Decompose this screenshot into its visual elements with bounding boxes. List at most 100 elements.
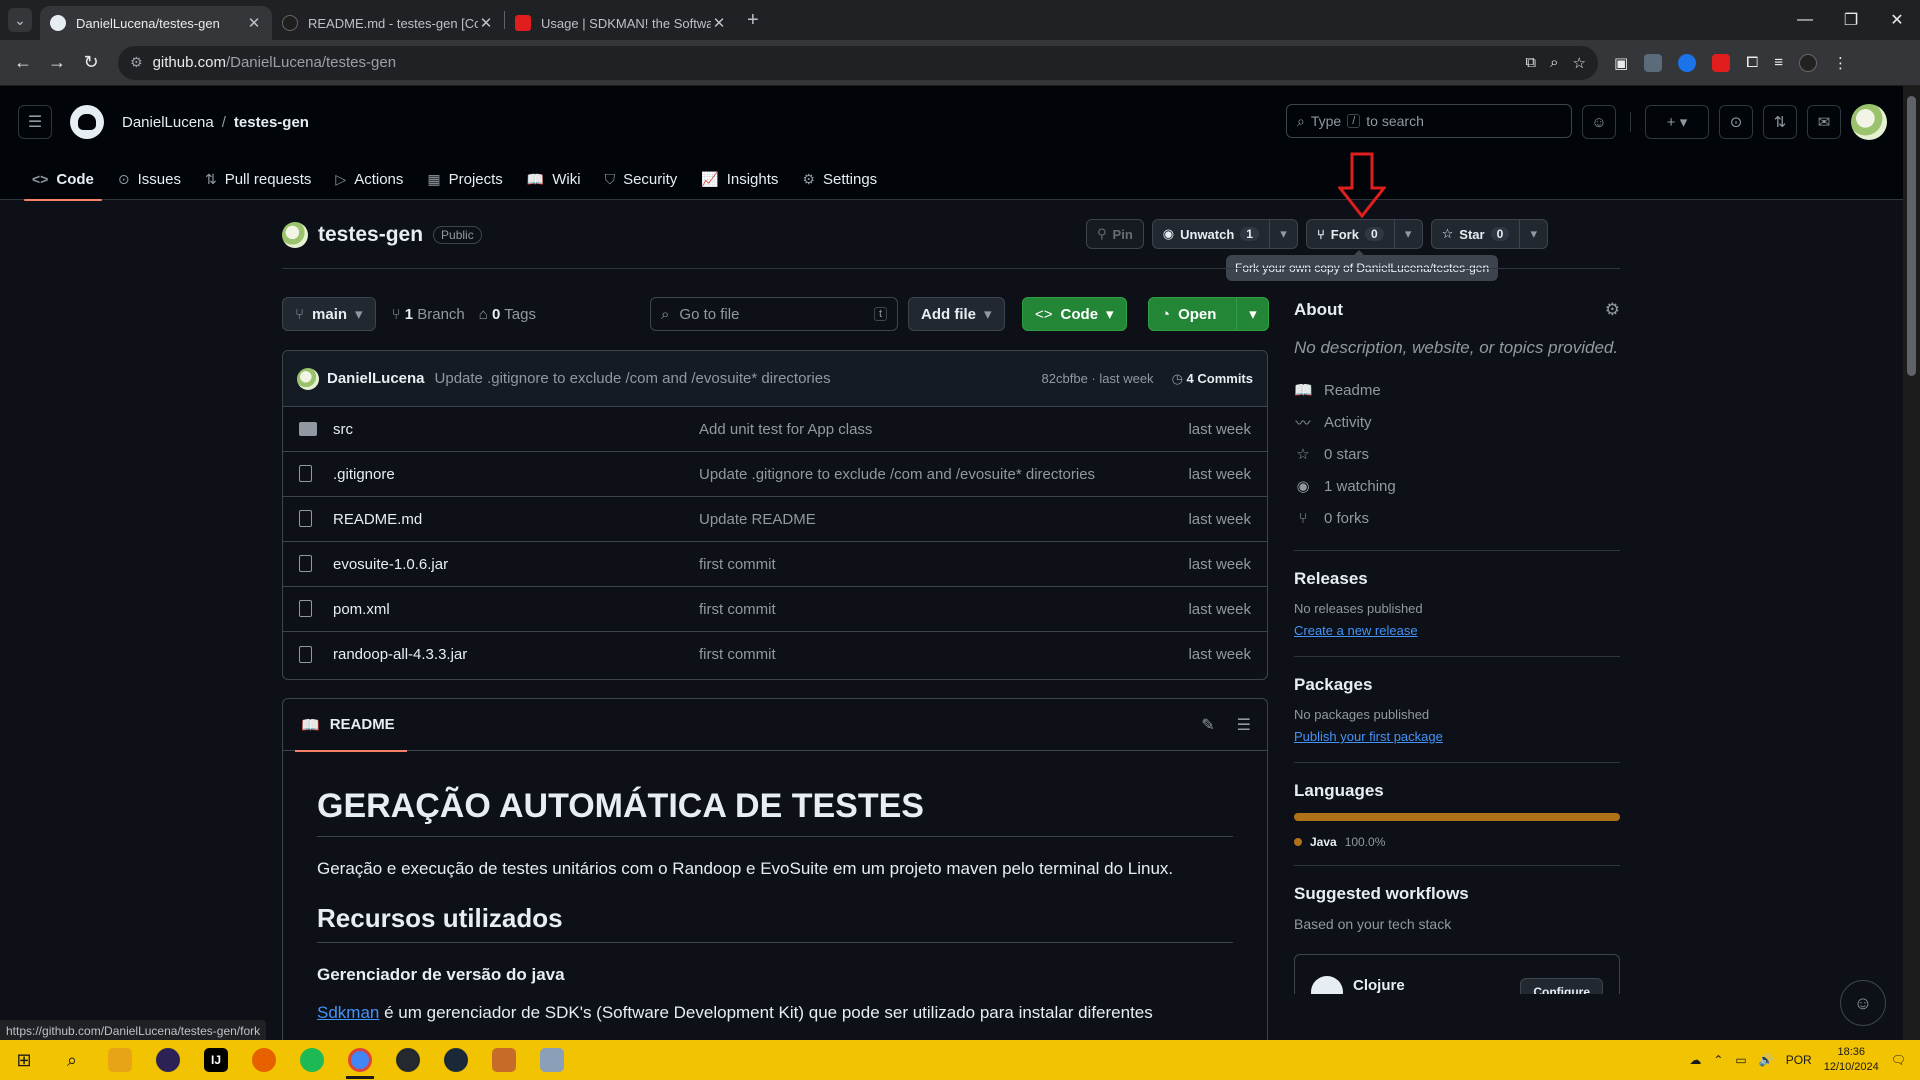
url-input[interactable]: ⚙ github.com/DanielLucena/testes-gen ⧉ ⌕… (118, 45, 1598, 80)
file-commit-message[interactable]: first commit (699, 556, 1188, 573)
spotify-icon[interactable] (288, 1040, 336, 1080)
clock[interactable]: 18:36 12/10/2024 (1824, 1045, 1879, 1075)
search-input[interactable]: ⌕ Type / to search (1286, 104, 1572, 138)
table-row[interactable]: pom.xml first commit last week (283, 587, 1267, 632)
sidebar-item-watching[interactable]: ◉ 1 watching (1294, 470, 1620, 502)
close-tab-icon[interactable]: ✕ (711, 14, 727, 32)
commit-message[interactable]: Update .gitignore to exclude /com and /e… (435, 370, 831, 387)
pull-requests-icon[interactable]: ⇅ (1763, 105, 1797, 139)
tab-actions[interactable]: ▷ Actions (327, 158, 411, 200)
sidebar-item-forks[interactable]: ⑂ 0 forks (1294, 502, 1620, 534)
scrollbar-thumb[interactable] (1907, 96, 1916, 376)
avatar[interactable] (282, 222, 308, 248)
sidebar-panel-icon[interactable]: ▣ (1614, 54, 1628, 72)
tab-settings[interactable]: ⚙ Settings (794, 158, 885, 200)
readme-tab[interactable]: 📖 README (295, 699, 407, 752)
bookmark-star-icon[interactable]: ☆ (1573, 54, 1586, 72)
star-button[interactable]: ☆ Star 0 ▾ (1430, 219, 1549, 249)
file-explorer-icon[interactable] (96, 1040, 144, 1080)
file-commit-message[interactable]: Update README (699, 511, 1188, 528)
search-icon[interactable]: ⌕ (48, 1040, 96, 1080)
new-tab-icon[interactable]: + (747, 9, 759, 32)
site-info-icon[interactable]: ⚙ (130, 54, 143, 71)
notifications-icon[interactable]: 🗨 (1891, 1053, 1906, 1067)
copilot-chat-icon[interactable]: ☺ (1840, 980, 1886, 1026)
code-button[interactable]: <> Code ▾ (1022, 297, 1127, 331)
profile-icon[interactable] (1798, 53, 1817, 72)
extension-icon[interactable] (1712, 53, 1731, 72)
configure-button[interactable]: Configure (1520, 978, 1603, 994)
hamburger-menu-icon[interactable]: ☰ (18, 105, 52, 139)
browser-tab-readme[interactable]: README.md - testes-gen [Code ✕ (272, 6, 504, 40)
extension-icon[interactable] (1678, 53, 1697, 72)
file-commit-message[interactable]: Update .gitignore to exclude /com and /e… (699, 466, 1188, 483)
repo-name[interactable]: testes-gen (318, 223, 423, 247)
table-row[interactable]: evosuite-1.0.6.jar first commit last wee… (283, 542, 1267, 587)
commits-link[interactable]: ◷ 4 Commits (1172, 371, 1253, 387)
publish-package-link[interactable]: Publish your first package (1294, 729, 1443, 744)
browser-menu-icon[interactable]: ⋮ (1833, 54, 1848, 72)
tab-insights[interactable]: 📈 Insights (693, 158, 786, 200)
table-row[interactable]: randoop-all-4.3.3.jar first commit last … (283, 632, 1267, 677)
tab-search-icon[interactable]: ⌄ (8, 8, 32, 32)
extension-icon[interactable] (1644, 53, 1663, 72)
tab-issues[interactable]: ⊙ Issues (110, 158, 189, 200)
reload-icon[interactable]: ↻ (74, 46, 108, 80)
language-item[interactable]: Java 100.0% (1294, 835, 1620, 849)
file-commit-message[interactable]: Add unit test for App class (699, 421, 1188, 438)
close-tab-icon[interactable]: ✕ (478, 14, 494, 32)
packages-title[interactable]: Packages (1294, 675, 1620, 695)
fork-button[interactable]: ⑂ Fork 0 ▾ (1305, 219, 1423, 249)
branches-link[interactable]: ⑂ 1 Branch (392, 306, 465, 323)
tab-wiki[interactable]: 📖 Wiki (519, 158, 589, 200)
chevron-down-icon[interactable]: ▾ (1268, 220, 1297, 248)
github-desktop-icon[interactable] (384, 1040, 432, 1080)
avatar[interactable] (297, 367, 319, 390)
tab-pull-requests[interactable]: ⇅ Pull requests (197, 158, 319, 200)
puzzle-extensions-icon[interactable]: ⧠ (1746, 54, 1758, 71)
restore-icon[interactable]: ❐ (1828, 0, 1874, 40)
commit-hash-time[interactable]: 82cbfbe · last week (1042, 371, 1154, 386)
go-to-file-input[interactable]: ⌕ Go to file t (650, 297, 898, 331)
zoom-icon[interactable]: ⌕ (1550, 54, 1558, 72)
issues-icon[interactable]: ⊙ (1719, 105, 1753, 139)
gear-icon[interactable]: ⚙ (1605, 300, 1620, 320)
tab-security[interactable]: ⛉ Security (597, 158, 686, 200)
minimize-icon[interactable]: — (1782, 0, 1828, 40)
steam-icon[interactable] (432, 1040, 480, 1080)
file-commit-message[interactable]: first commit (699, 601, 1188, 618)
game-app-icon[interactable] (480, 1040, 528, 1080)
sdkman-link[interactable]: Sdkman (317, 1003, 379, 1022)
table-row[interactable]: README.md Update README last week (283, 497, 1267, 542)
chevron-down-icon[interactable]: ▾ (1236, 298, 1268, 330)
branch-selector-button[interactable]: ⑂ main ▾ (282, 297, 376, 331)
tab-projects[interactable]: ▦ Projects (419, 158, 510, 200)
page-scrollbar[interactable] (1903, 86, 1920, 1040)
copilot-icon[interactable]: ☺ (1582, 105, 1616, 139)
file-commit-message[interactable]: first commit (699, 646, 1188, 663)
file-name[interactable]: randoop-all-4.3.3.jar (333, 646, 699, 663)
eclipse-icon[interactable] (144, 1040, 192, 1080)
firefox-icon[interactable] (240, 1040, 288, 1080)
avatar[interactable] (1851, 104, 1887, 140)
close-window-icon[interactable]: ✕ (1874, 0, 1920, 40)
create-release-link[interactable]: Create a new release (1294, 623, 1418, 638)
table-row[interactable]: src Add unit test for App class last wee… (283, 407, 1267, 452)
install-app-icon[interactable]: ⧉ (1525, 54, 1536, 72)
tags-link[interactable]: ⌂ 0 Tags (479, 306, 536, 323)
sidebar-item-stars[interactable]: ☆ 0 stars (1294, 438, 1620, 470)
chevron-down-icon[interactable]: ▾ (1393, 220, 1422, 248)
browser-tab-github[interactable]: DanielLucena/testes-gen ✕ (40, 6, 272, 40)
app-icon[interactable] (528, 1040, 576, 1080)
releases-title[interactable]: Releases (1294, 569, 1620, 589)
forward-icon[interactable]: → (40, 46, 74, 80)
browser-tab-sdkman[interactable]: Usage | SDKMAN! the Software ✕ (505, 6, 737, 40)
weather-icon[interactable]: ☁ (1689, 1053, 1701, 1067)
chevron-up-icon[interactable]: ⌃ (1713, 1053, 1723, 1067)
media-control-icon[interactable]: ≡ (1774, 54, 1783, 71)
breadcrumb-repo[interactable]: testes-gen (234, 114, 309, 131)
commit-author[interactable]: DanielLucena (327, 370, 425, 387)
sidebar-item-activity[interactable]: 〰 Activity (1294, 406, 1620, 438)
inbox-icon[interactable]: ✉ (1807, 105, 1841, 139)
edit-pencil-icon[interactable]: ✎ (1201, 715, 1214, 735)
